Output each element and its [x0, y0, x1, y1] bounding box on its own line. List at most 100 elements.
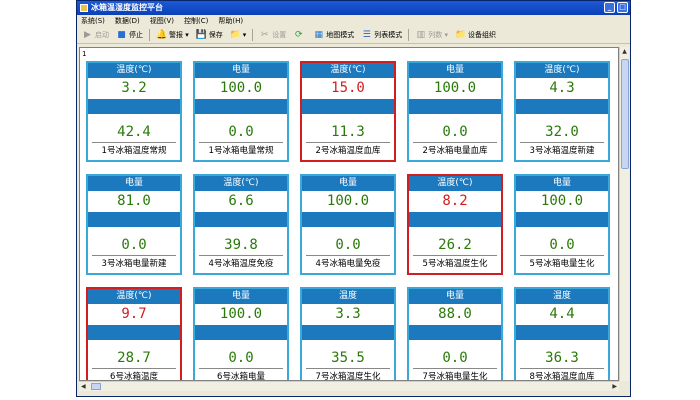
card-header: 电量: [302, 176, 394, 191]
device-card[interactable]: 温度(℃) 4.3 32.0 3号冰箱温度新建: [514, 61, 610, 162]
card-divider-bar: [409, 99, 501, 114]
scroll-up-icon[interactable]: ▲: [620, 47, 629, 57]
device-card[interactable]: 温度(℃) 15.0 11.3 2号冰箱温度血库: [300, 61, 396, 162]
device-label: 5号冰箱电量生化: [529, 259, 595, 269]
device-card[interactable]: 电量 100.0 0.0 1号冰箱电量常规: [193, 61, 289, 162]
window-title: 冰箱温湿度监控平台: [91, 3, 163, 12]
scroll-right-icon[interactable]: ▶: [612, 382, 617, 392]
primary-value: 100.0: [433, 80, 477, 96]
menu-item[interactable]: 数据(D): [115, 15, 140, 27]
minimize-button[interactable]: _: [604, 2, 615, 13]
device-label: 1号冰箱温度常规: [101, 146, 167, 156]
device-card[interactable]: 温度(℃) 9.7 28.7 6号冰箱温度: [86, 287, 182, 380]
device-card[interactable]: 电量 100.0 0.0 2号冰箱电量血库: [407, 61, 503, 162]
primary-value: 3.2: [121, 80, 147, 96]
device-card[interactable]: 电量 81.0 0.0 3号冰箱电量新建: [86, 174, 182, 275]
toolbar-button[interactable]: ☰ 列表模式: [359, 28, 404, 42]
folder-icon: 📁: [455, 29, 467, 40]
secondary-value: 36.3: [545, 350, 579, 366]
horizontal-scrollbar[interactable]: ◀ ▶: [79, 381, 619, 391]
device-card[interactable]: 电量 100.0 0.0 5号冰箱电量生化: [514, 174, 610, 275]
card-header: 电量: [195, 289, 287, 304]
card-header: 电量: [409, 289, 501, 304]
card-divider-bar: [516, 325, 608, 340]
toolbar-button[interactable]: ✂ 设置: [257, 28, 288, 42]
device-card[interactable]: 电量 100.0 0.0 4号冰箱电量免疫: [300, 174, 396, 275]
toolbar-button-label: 停止: [129, 31, 143, 39]
toolbar-button[interactable]: 💾 保存: [194, 28, 225, 42]
card-header: 温度(℃): [88, 63, 180, 78]
card-divider-bar: [302, 99, 394, 114]
device-card[interactable]: 温度 3.3 35.5 7号冰箱温度生化: [300, 287, 396, 381]
toolbar-button-label: 设置: [272, 31, 287, 39]
toolbar-separator: [149, 29, 150, 41]
card-header: 温度(℃): [516, 63, 608, 78]
card-header: 电量: [516, 176, 608, 191]
primary-value: 4.3: [549, 80, 575, 96]
app-icon: [80, 4, 88, 12]
columns-icon: ▥: [416, 29, 426, 40]
menu-item[interactable]: 控制(C): [184, 15, 208, 27]
card-header: 温度: [302, 289, 394, 304]
refresh-icon: ⟳: [294, 29, 303, 40]
device-card[interactable]: 温度 4.4 36.3 8号冰箱温度血库: [514, 287, 610, 380]
menu-item[interactable]: 视图(V): [150, 15, 174, 27]
card-divider-bar: [195, 212, 287, 227]
secondary-value: 28.7: [117, 350, 151, 366]
device-card[interactable]: 电量 100.0 0.0 6号冰箱电量: [193, 287, 289, 381]
device-label: 7号冰箱电量生化: [422, 372, 488, 381]
device-card[interactable]: 温度(℃) 8.2 26.2 5号冰箱温度生化: [407, 174, 503, 275]
device-card[interactable]: 温度(℃) 6.6 39.8 4号冰箱温度免疫: [193, 174, 289, 275]
device-label: 6号冰箱电量: [217, 372, 265, 381]
maximize-button[interactable]: □: [617, 2, 628, 13]
toolbar-button[interactable]: 📁 ▾: [228, 28, 249, 42]
menu-item[interactable]: 帮助(H): [218, 15, 243, 27]
secondary-value: 32.0: [545, 124, 579, 140]
device-card[interactable]: 温度(℃) 3.2 42.4 1号冰箱温度常规: [86, 61, 182, 162]
vertical-scroll-thumb[interactable]: [621, 59, 629, 169]
menu-bar: 系统(S) 数据(D) 视图(V) 控制(C) 帮助(H): [77, 15, 630, 27]
card-divider-bar: [195, 99, 287, 114]
secondary-value: 0.0: [121, 237, 147, 253]
primary-value: 9.7: [121, 306, 147, 322]
device-card[interactable]: 电量 88.0 0.0 7号冰箱电量生化: [407, 287, 503, 381]
list-icon: ☰: [362, 29, 371, 40]
toolbar-button[interactable]: 📁 设备组织: [453, 28, 498, 42]
device-label: 4号冰箱温度免疫: [208, 259, 274, 269]
vertical-scrollbar[interactable]: ▲: [619, 47, 629, 381]
device-label: 3号冰箱温度新建: [529, 146, 595, 156]
toolbar-button[interactable]: 🔔 警报 ▾: [154, 28, 191, 42]
scroll-left-icon[interactable]: ◀: [81, 382, 86, 392]
secondary-value: 42.4: [117, 124, 151, 140]
map-icon: ▦: [314, 29, 324, 40]
secondary-value: 0.0: [228, 350, 254, 366]
card-header: 电量: [195, 63, 287, 78]
primary-value: 15.0: [331, 80, 365, 96]
toolbar-button-label: 地图模式: [326, 31, 355, 39]
primary-value: 8.2: [442, 193, 468, 209]
primary-value: 100.0: [540, 193, 584, 209]
primary-value: 88.0: [438, 306, 472, 322]
primary-value: 3.3: [335, 306, 361, 322]
secondary-value: 11.3: [331, 124, 365, 140]
toolbar-button-label: 列数 ▾: [428, 31, 449, 39]
horizontal-scroll-thumb[interactable]: [91, 383, 101, 390]
toolbar-button[interactable]: ■ 停止: [114, 28, 145, 42]
menu-item[interactable]: 系统(S): [81, 15, 105, 27]
device-label: 7号冰箱温度生化: [315, 372, 381, 381]
toolbar-button[interactable]: ▥ 列数 ▾: [413, 28, 450, 42]
toolbar-button[interactable]: ▶ 启动: [80, 28, 111, 42]
card-header: 温度(℃): [88, 289, 180, 304]
card-divider-bar: [195, 325, 287, 340]
card-divider-bar: [302, 325, 394, 340]
title-bar[interactable]: 冰箱温湿度监控平台 _ □: [77, 1, 630, 15]
device-label: 3号冰箱电量新建: [101, 259, 167, 269]
card-header: 电量: [88, 176, 180, 191]
primary-value: 81.0: [117, 193, 151, 209]
toolbar-button-label: 启动: [95, 31, 109, 39]
toolbar-button[interactable]: ⟳: [291, 28, 308, 42]
toolbar-button[interactable]: ▦ 地图模式: [311, 28, 356, 42]
secondary-value: 0.0: [228, 124, 254, 140]
device-label: 1号冰箱电量常规: [208, 146, 274, 156]
primary-value: 100.0: [219, 80, 263, 96]
